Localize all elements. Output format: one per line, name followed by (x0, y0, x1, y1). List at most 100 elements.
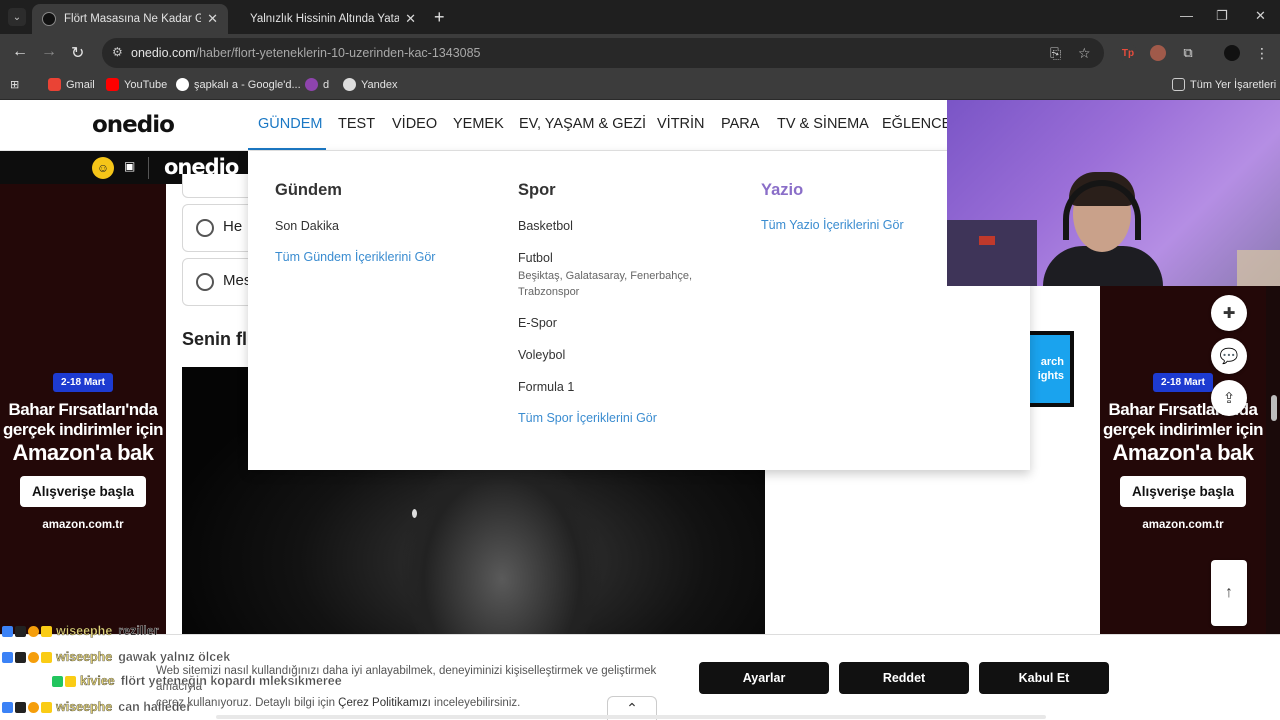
close-tab-icon[interactable]: ✕ (405, 11, 416, 27)
gallery-icon[interactable]: ▣ (124, 159, 135, 173)
ad-date-badge: 2-18 Mart (53, 373, 113, 392)
menu-link-all-gundem[interactable]: Tüm Gündem İçeriklerini Gör (275, 250, 435, 264)
all-bookmarks[interactable]: Tüm Yer İşaretleri (1172, 78, 1276, 91)
bookmark-gmail[interactable]: Gmail (48, 78, 95, 91)
earring (412, 509, 417, 518)
cookie-policy-link[interactable]: Çerez Politikamızı (338, 697, 431, 709)
reload-icon[interactable]: ↻ (71, 43, 84, 63)
menu-heading[interactable]: Yazio (761, 181, 803, 200)
menu-item-basketbol[interactable]: Basketbol (518, 219, 573, 233)
address-bar[interactable]: ⚙ onedio.com/haber/flort-yeteneklerin-10… (102, 38, 1104, 68)
menu-column-yazio: Yazio Tüm Yazio İçeriklerini Gör (761, 181, 904, 232)
new-tab-icon[interactable]: + (434, 7, 445, 28)
amazon-logo: amazon.com.tr (42, 519, 124, 531)
active-nav-indicator (248, 148, 326, 150)
nav-test[interactable]: TEST (338, 116, 375, 132)
radio-button[interactable] (196, 219, 214, 237)
window-close-icon[interactable]: ✕ (1255, 8, 1266, 24)
comments-icon[interactable]: 💬 (1211, 338, 1247, 374)
bookmark-youtube[interactable]: YouTube (106, 78, 167, 91)
gmail-icon (48, 78, 61, 91)
extensions-puzzle-icon[interactable]: ⧉ (1180, 45, 1196, 61)
tab-yalnizlik[interactable]: Yalnızlık Hissinin Altında Yatan ( ✕ (240, 4, 426, 34)
nav-para[interactable]: PARA (721, 116, 759, 132)
menu-column-gundem: Gündem Son Dakika Tüm Gündem İçeriklerin… (275, 181, 435, 264)
menu-column-spor: Spor Basketbol Futbol Beşiktaş, Galatasa… (518, 181, 692, 425)
progress-bar (216, 715, 1046, 719)
install-app-icon[interactable]: ⎘ (1050, 45, 1061, 62)
url-text[interactable]: onedio.com/haber/flort-yeteneklerin-10-u… (131, 46, 481, 60)
mega-menu-gundem: Gündem Son Dakika Tüm Gündem İçeriklerin… (248, 151, 1030, 470)
scrollbar-thumb[interactable] (1271, 395, 1277, 421)
ad-cta-button[interactable]: Alışverişe başla (19, 476, 147, 507)
cookie-accept-button[interactable]: Kabul Et (979, 662, 1109, 694)
smile-icon[interactable]: ☺ (92, 157, 114, 179)
bookmark-d[interactable]: d (305, 78, 329, 91)
divider (148, 157, 149, 179)
menu-kebab-icon[interactable]: ⋮ (1254, 45, 1270, 61)
apps-grid-icon[interactable]: ⊞ (10, 78, 19, 91)
menu-heading[interactable]: Spor (518, 181, 556, 200)
menu-subitems-futbol[interactable]: Beşiktaş, Galatasaray, Fenerbahçe, Trabz… (518, 268, 718, 300)
ad-headline: Bahar Fırsatları'nda (8, 400, 159, 419)
nav-gundem[interactable]: GÜNDEM (258, 116, 322, 132)
nav-tv-sinema[interactable]: TV & SİNEMA (777, 116, 869, 132)
tab-search-dropdown[interactable]: ⌄ (8, 8, 26, 26)
tab-strip: ⌄ Flört Masasına Ne Kadar Güçlü ✕ Yalnız… (0, 0, 1280, 34)
chat-message: kiviee flört yeteneğin kopardı mleksıkmer… (52, 674, 342, 688)
cookie-reject-button[interactable]: Reddet (839, 662, 969, 694)
ad-headline: gerçek indirimler için (1102, 420, 1264, 439)
minimize-icon[interactable]: — (1180, 8, 1193, 23)
menu-link-all-spor[interactable]: Tüm Spor İçeriklerini Gör (518, 411, 657, 425)
add-note-icon[interactable]: ✚ (1211, 295, 1247, 331)
share-icon[interactable]: ⇪ (1211, 380, 1247, 416)
background-shelf (947, 220, 1037, 286)
close-tab-icon[interactable]: ✕ (207, 11, 218, 27)
extension-tp-icon[interactable]: Tp (1120, 45, 1136, 61)
site-info-icon[interactable]: ⚙ (112, 45, 123, 59)
menu-heading[interactable]: Gündem (275, 181, 342, 200)
cookie-settings-button[interactable]: Ayarlar (699, 662, 829, 694)
tab-flort[interactable]: Flört Masasına Ne Kadar Güçlü ✕ (32, 4, 228, 34)
youtube-icon (106, 78, 119, 91)
nav-eglence[interactable]: EĞLENCE (882, 116, 951, 132)
radio-button[interactable] (196, 273, 214, 291)
maximize-icon[interactable]: ❐ (1216, 8, 1228, 24)
nav-vitrin[interactable]: VİTRİN (657, 116, 705, 132)
menu-item-voleybol[interactable]: Voleybol (518, 348, 565, 362)
nav-ev-yasam-gezi[interactable]: EV, YAŞAM & GEZİ (519, 116, 646, 132)
chat-message: wiseephe can halleder (2, 700, 191, 714)
ad-headline: gerçek indirimler için (2, 420, 164, 439)
forward-icon[interactable]: → (41, 43, 57, 61)
bookmark-yandex[interactable]: Yandex (343, 78, 398, 91)
nav-video[interactable]: VİDEO (392, 116, 437, 132)
menu-item-formula1[interactable]: Formula 1 (518, 380, 574, 394)
folder-icon (1172, 78, 1185, 91)
ad-headline: Amazon'a bak (1112, 440, 1254, 465)
back-icon[interactable]: ← (12, 43, 28, 61)
tab-title: Yalnızlık Hissinin Altında Yatan ( (250, 13, 400, 25)
custom-icon (305, 78, 318, 91)
bookmark-google[interactable]: şapkalı a - Google'd... (176, 78, 301, 91)
yandex-icon (343, 78, 356, 91)
ad-headline: Amazon'a bak (12, 440, 154, 465)
google-icon (176, 78, 189, 91)
amazon-logo: amazon.com.tr (1142, 519, 1224, 531)
menu-link-all-yazio[interactable]: Tüm Yazio İçeriklerini Gör (761, 218, 904, 232)
webcam-overlay (947, 100, 1280, 286)
ad-cta-button[interactable]: Alışverişe başla (1119, 476, 1247, 507)
menu-item-futbol[interactable]: Futbol (518, 251, 553, 265)
bookmarks-bar: ⊞ Gmail YouTube şapkalı a - Google'd... … (0, 72, 1280, 100)
bookmark-star-icon[interactable]: ☆ (1078, 45, 1091, 62)
menu-item-espor[interactable]: E-Spor (518, 316, 557, 330)
background-sign (979, 236, 995, 245)
nav-yemek[interactable]: YEMEK (453, 116, 504, 132)
scroll-to-top-button[interactable]: ↑ (1211, 560, 1247, 626)
browser-toolbar: ← → ↻ ⚙ onedio.com/haber/flort-yetenekle… (0, 34, 1280, 72)
menu-item-son-dakika[interactable]: Son Dakika (275, 219, 339, 233)
profile-avatar[interactable] (1224, 45, 1240, 61)
extension-avatar-icon[interactable] (1150, 45, 1166, 61)
streamer-body (1043, 246, 1163, 286)
quiz-option-text: He (223, 218, 243, 235)
onedio-logo[interactable]: onedio (92, 112, 175, 138)
